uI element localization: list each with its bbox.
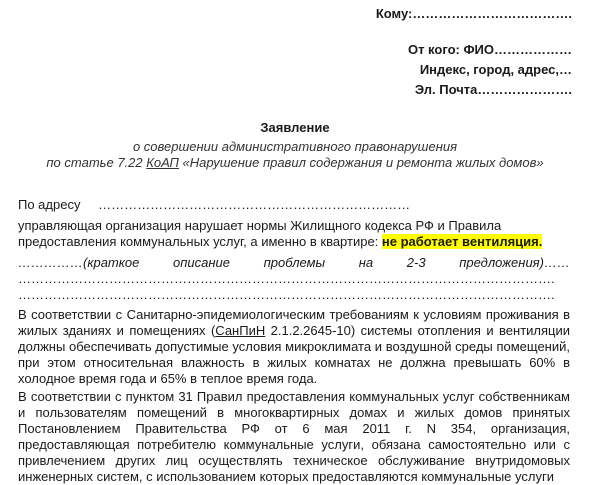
- koap-link[interactable]: КоАП: [146, 155, 179, 170]
- description-word: описание: [172, 255, 230, 270]
- violation-line-2: предоставления коммунальных услуг, а име…: [18, 234, 570, 249]
- subtitle-line-2: по статье 7.22 КоАП «Нарушение правил со…: [0, 155, 590, 170]
- description-word: предложения)……: [459, 255, 570, 270]
- description-word: проблемы: [263, 255, 326, 270]
- highlighted-problem: не работает вентиляция.: [381, 234, 543, 249]
- document-title: Заявление: [260, 120, 330, 135]
- sender-address-line: Индекс, город, адрес,…: [419, 62, 572, 77]
- description-word: на: [358, 255, 374, 270]
- sanpin-link[interactable]: СанПиН: [215, 323, 265, 338]
- subtitle-article-text: по статье 7.22: [46, 155, 147, 170]
- sender-name-line: От кого: ФИО………………: [407, 42, 572, 57]
- sanpin-paragraph: В соответствии с Санитарно-эпидемиологич…: [18, 307, 570, 387]
- document-page: Кому:………………………………. От кого: ФИО……………… Ин…: [0, 0, 600, 484]
- description-word: ……………(краткое: [18, 255, 140, 270]
- address-placeholder: ………………………………………………………………: [98, 197, 411, 212]
- description-prompt: ……………(краткое описание проблемы на 2-3 п…: [18, 255, 570, 270]
- violation-text: предоставления коммунальных услуг, а име…: [18, 234, 382, 249]
- address-label: По адресу: [18, 197, 81, 212]
- violation-line-1: управляющая организация нарушает нормы Ж…: [18, 218, 502, 233]
- address-line: По адресу ………………………………………………………………: [18, 197, 570, 212]
- rules-paragraph: В соответствии с пунктом 31 Правил предо…: [18, 389, 570, 484]
- description-word: 2-3: [406, 255, 426, 270]
- subtitle-article-name: «Нарушение правил содержания и ремонта ж…: [178, 155, 544, 170]
- description-dots-2: ……………………………………………………………………………………………………………: [18, 287, 555, 302]
- sender-email-line: Эл. Почта………………….: [414, 82, 572, 97]
- recipient-line: Кому:……………………………….: [375, 6, 572, 21]
- subtitle-line-1: о совершении административного правонару…: [132, 139, 458, 154]
- description-dots-1: ……………………………………………………………………………………………………………: [18, 271, 555, 286]
